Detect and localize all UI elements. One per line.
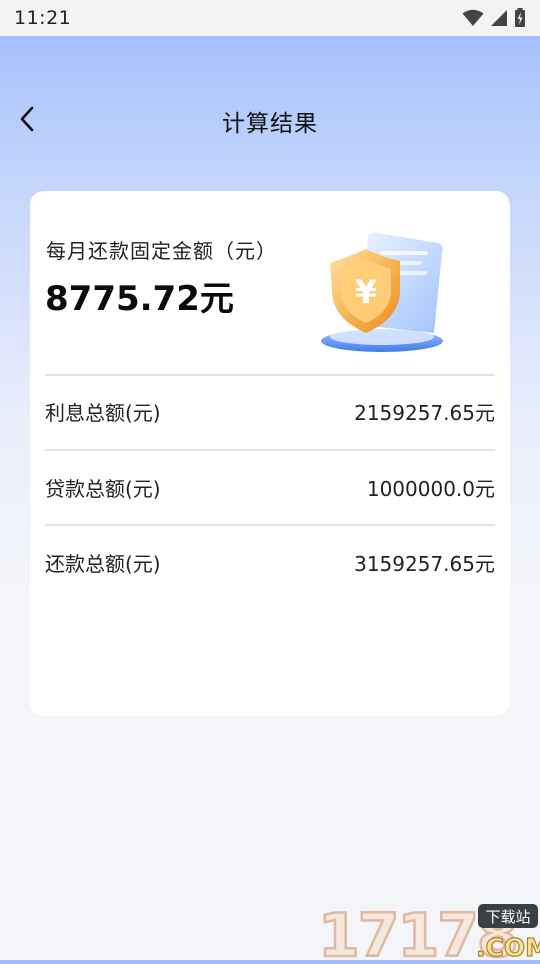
- status-icons: [462, 8, 526, 28]
- page-title: 计算结果: [222, 111, 318, 137]
- row-label: 贷款总额(元): [45, 476, 161, 501]
- shield-yuan-icon: ¥: [320, 229, 450, 354]
- interest-total-row: 利息总额(元) 2159257.65元: [45, 391, 495, 431]
- battery-charging-icon: [514, 8, 526, 28]
- cellular-signal-icon: [490, 9, 508, 27]
- monthly-payment-amount: 8775.72元: [45, 279, 234, 319]
- wifi-icon: [462, 9, 484, 27]
- loan-total-row: 贷款总额(元) 1000000.0元: [45, 467, 495, 507]
- row-label: 还款总额(元): [45, 551, 161, 576]
- svg-text:下载站: 下载站: [485, 908, 530, 926]
- watermark-logo: 17178 下载站 .COM: [316, 898, 540, 964]
- row-label: 利息总额(元): [45, 400, 161, 425]
- status-time: 11:21: [14, 7, 72, 29]
- divider: [45, 374, 495, 376]
- repayment-total-row: 还款总额(元) 3159257.65元: [45, 542, 495, 582]
- svg-text:.COM: .COM: [476, 933, 540, 960]
- row-value: 3159257.65元: [354, 551, 495, 576]
- nav-bar: 计算结果: [0, 96, 540, 146]
- divider: [45, 449, 495, 451]
- row-value: 2159257.65元: [354, 400, 495, 425]
- divider: [45, 524, 495, 526]
- svg-text:¥: ¥: [355, 273, 377, 311]
- status-bar: 11:21: [0, 0, 540, 36]
- row-value: 1000000.0元: [366, 476, 495, 501]
- result-card: 每月还款固定金额（元） 8775.72元 ¥ 利息总额(元) 2159257.6…: [30, 191, 510, 716]
- monthly-payment-label: 每月还款固定金额（元）: [46, 239, 277, 263]
